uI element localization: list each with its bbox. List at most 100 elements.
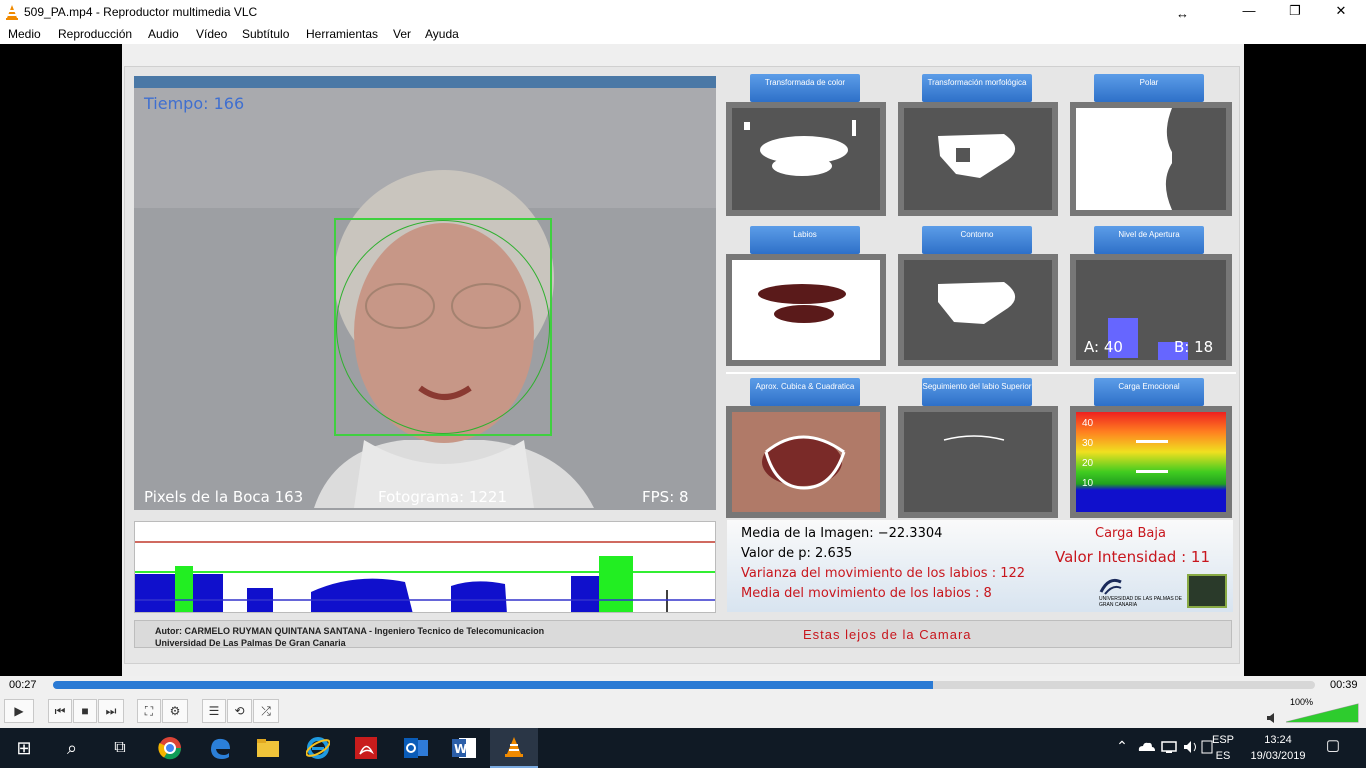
valor-p-label: Valor de p: 2.635 (741, 546, 853, 561)
window-title: 509_PA.mp4 - Reproductor multimedia VLC (24, 5, 258, 19)
panel-divider (726, 372, 1236, 374)
tile-seguimiento (898, 406, 1058, 518)
tile-aprox (726, 406, 886, 518)
minimize-button[interactable]: — (1226, 0, 1272, 24)
carga-tick-20: 20 (1082, 458, 1094, 469)
vlc-taskbar-icon[interactable] (490, 728, 538, 768)
face-detection-box (334, 218, 552, 436)
carga-scale (1076, 412, 1226, 512)
carga-marker-upper (1136, 440, 1168, 443)
tile-carga: 40 30 20 10 (1070, 406, 1232, 518)
media-imagen-label: Media de la Imagen: −22.3304 (741, 526, 943, 541)
tile-polar (1070, 102, 1232, 216)
chrome-icon[interactable] (146, 728, 194, 768)
task-view-icon[interactable]: ⧉ (96, 728, 144, 768)
media-movimiento-label: Media del movimiento de los labios : 8 (741, 586, 992, 601)
volume-slider[interactable]: 100% (1285, 697, 1360, 727)
maximize-button[interactable]: ❐ (1272, 0, 1318, 24)
stats-panel: Media de la Imagen: −22.3304 Valor de p:… (727, 520, 1233, 612)
tab-transformada: Transformada de color (750, 74, 860, 102)
tiempo-label: Tiempo: 166 (144, 94, 245, 113)
file-explorer-icon[interactable] (244, 728, 292, 768)
university-logo-text: UNIVERSIDAD DE LAS PALMAS DE GRAN CANARI… (1099, 596, 1182, 608)
graph-plot (135, 541, 715, 612)
internet-explorer-icon[interactable] (294, 728, 342, 768)
total-time: 00:39 (1330, 679, 1358, 691)
menu-ayuda[interactable]: Ayuda (425, 27, 459, 41)
play-button[interactable]: ▶ (4, 699, 34, 723)
word-icon[interactable]: W (440, 728, 488, 768)
playback-controls: ▶ ⏮ ■ ⏭ ⛶ ⚙ ☰ ⟲ ⤮ 100% (0, 696, 1366, 728)
speaker-icon[interactable] (1266, 712, 1278, 724)
language-indicator[interactable]: ESP ES (1206, 732, 1240, 764)
fotograma-label: Fotograma: 1221 (378, 488, 508, 506)
clock-time: 13:24 (1264, 734, 1292, 746)
title-bar: 509_PA.mp4 - Reproductor multimedia VLC … (0, 0, 1366, 24)
carga-tick-40: 40 (1082, 418, 1094, 429)
close-button[interactable]: ✕ (1318, 0, 1364, 24)
varianza-label: Varianza del movimiento de los labios : … (741, 566, 1026, 581)
elapsed-time: 00:27 (9, 679, 37, 691)
tab-aprox: Aprox. Cubica & Cuadratica (750, 378, 860, 406)
menu-medio[interactable]: Medio (8, 27, 41, 41)
carga-tick-10: 10 (1082, 478, 1094, 489)
fps-label: FPS: 8 (642, 488, 689, 506)
tile-labios (726, 254, 886, 366)
start-button[interactable]: ⊞ (0, 728, 48, 768)
search-icon[interactable]: ⌕ (48, 728, 96, 768)
menu-reproduccion[interactable]: Reproducción (58, 27, 132, 41)
tab-morfologica: Transformación morfológica (922, 74, 1032, 102)
tile-apertura: A: 40 B: 18 (1070, 254, 1232, 366)
tray-overflow-icon[interactable]: ⌃ (1114, 738, 1130, 754)
school-emblem-icon (1187, 574, 1227, 608)
aviso-camara: Estas lejos de la Camara (803, 627, 972, 642)
universidad-line: Universidad De Las Palmas De Gran Canari… (155, 638, 346, 648)
svg-text:W: W (454, 742, 467, 756)
stop-button[interactable]: ■ (73, 699, 97, 723)
extended-settings-button[interactable]: ⚙ (162, 699, 188, 723)
previous-button[interactable]: ⏮ (48, 699, 72, 723)
face-detection-circle (336, 220, 550, 434)
tab-labios: Labios (750, 226, 860, 254)
tab-contorno: Contorno (922, 226, 1032, 254)
tray-status-icons (1136, 738, 1216, 761)
seek-slider[interactable] (53, 681, 1315, 689)
menu-subtitulo[interactable]: Subtítulo (242, 27, 289, 41)
camera-view: Tiempo: 166 Pixels de la Boca 163 Fotogr… (134, 76, 716, 510)
pixels-boca-label: Pixels de la Boca 163 (144, 488, 304, 506)
carga-tick-30: 30 (1082, 438, 1094, 449)
university-logo: UNIVERSIDAD DE LAS PALMAS DE GRAN CANARI… (1099, 576, 1185, 608)
language-code: ESP (1211, 734, 1234, 746)
tab-apertura: Nivel de Apertura (1094, 226, 1204, 254)
edge-icon[interactable] (196, 728, 244, 768)
tile-transformada (726, 102, 886, 216)
credits-bar: Autor: CARMELO RUYMAN QUINTANA SANTANA -… (134, 620, 1232, 648)
acrobat-icon[interactable] (342, 728, 390, 768)
fullscreen-button[interactable]: ⛶ (137, 699, 161, 723)
playlist-button[interactable]: ☰ (202, 699, 226, 723)
loop-button[interactable]: ⟲ (227, 699, 252, 723)
volume-percent: 100% (1290, 697, 1314, 707)
notification-center-icon[interactable]: ▢ (1320, 738, 1346, 754)
tab-carga: Carga Emocional (1094, 378, 1204, 406)
tab-polar: Polar (1094, 74, 1204, 102)
language-region: ES (1215, 750, 1231, 762)
carga-marker-lower (1136, 470, 1168, 473)
clock[interactable]: 13:24 19/03/2019 (1244, 732, 1312, 764)
vlc-cone-icon (6, 5, 18, 20)
menu-audio[interactable]: Audio (148, 27, 179, 41)
clock-date: 19/03/2019 (1250, 750, 1306, 762)
mouth-movement-graph (134, 521, 716, 613)
seek-row: 00:27 00:39 (0, 676, 1366, 696)
menu-video[interactable]: Vídeo (196, 27, 227, 41)
apertura-b-label: B: 18 (1174, 338, 1214, 356)
autor-line: Autor: CARMELO RUYMAN QUINTANA SANTANA -… (155, 626, 545, 636)
menu-herramientas[interactable]: Herramientas (306, 27, 378, 41)
shuffle-button[interactable]: ⤮ (253, 699, 279, 723)
carga-baja-label: Carga Baja (1095, 526, 1166, 541)
menu-ver[interactable]: Ver (393, 27, 411, 41)
resize-cursor-icon: ↔ (1176, 6, 1189, 21)
tile-contorno (898, 254, 1058, 366)
next-button[interactable]: ⏭ (98, 699, 124, 723)
outlook-icon[interactable] (392, 728, 440, 768)
